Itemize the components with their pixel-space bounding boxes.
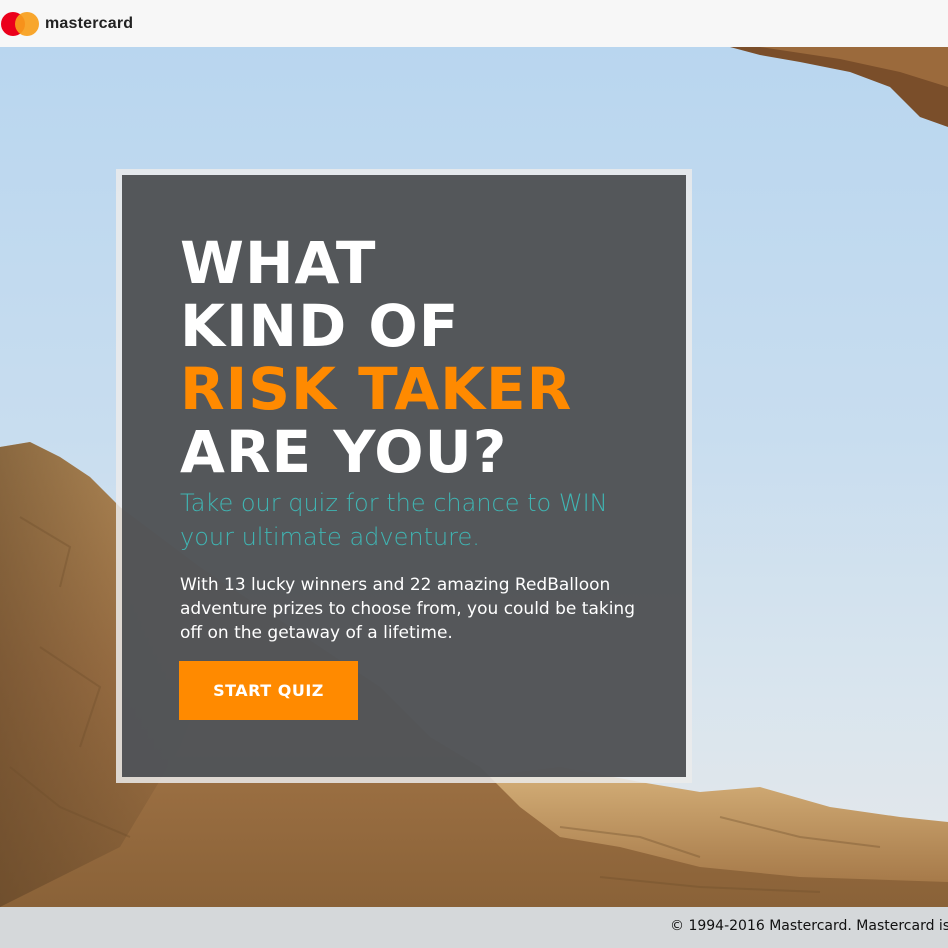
quiz-description: With 13 lucky winners and 22 amazing Red… [180, 575, 635, 643]
start-quiz-button[interactable]: START QUIZ [179, 661, 358, 720]
mastercard-logo-icon[interactable] [1, 11, 39, 36]
headline-line-3: RISK TAKER [180, 355, 573, 423]
brand-wordmark[interactable]: mastercard [45, 15, 133, 33]
headline-line-4: ARE YOU? [180, 418, 508, 486]
page-title: WHAT KIND OF RISK TAKER ARE YOU? [180, 232, 572, 484]
quiz-subheading: Take our quiz for the chance to WIN your… [180, 489, 608, 551]
copyright-text: © 1994-2016 Mastercard. Mastercard is [670, 918, 948, 934]
headline-line-1: WHAT [180, 229, 377, 297]
headline-line-2: KIND OF [180, 292, 460, 360]
logo-orange-circle [15, 11, 39, 36]
site-header: mastercard [0, 0, 948, 47]
site-footer: © 1994-2016 Mastercard. Mastercard is [0, 907, 948, 948]
